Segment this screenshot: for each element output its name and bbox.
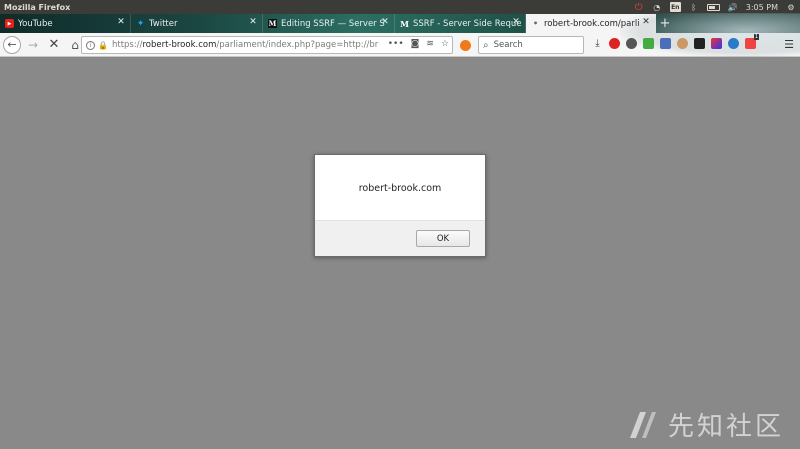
extension-badge-icon[interactable]: 1 bbox=[745, 34, 759, 49]
power-icon[interactable]: ⏻ bbox=[634, 2, 644, 13]
url-domain: robert-brook.com bbox=[142, 40, 217, 50]
clock[interactable]: 3:05 PM bbox=[746, 3, 778, 12]
ok-button[interactable]: OK bbox=[416, 230, 470, 247]
battery-icon[interactable] bbox=[706, 3, 720, 11]
extension-green-icon[interactable] bbox=[643, 38, 654, 49]
search-bar[interactable]: ⌕ bbox=[478, 36, 584, 54]
search-input[interactable] bbox=[493, 40, 574, 50]
extension-black-icon[interactable] bbox=[694, 38, 705, 49]
url-scheme: https:// bbox=[111, 40, 143, 50]
page-actions-icon[interactable]: ••• bbox=[388, 39, 404, 49]
lock-icon[interactable]: 🔒 bbox=[98, 41, 108, 50]
keyboard-layout-indicator[interactable]: En bbox=[669, 2, 681, 12]
tab-label: Twitter bbox=[149, 18, 178, 29]
medium-icon: M bbox=[400, 18, 409, 29]
ublock-icon[interactable] bbox=[609, 38, 620, 49]
forward-button[interactable]: → bbox=[24, 36, 42, 54]
extension-wand-icon[interactable] bbox=[711, 38, 722, 49]
dialog-message: robert-brook.com bbox=[358, 182, 442, 194]
reader-view-icon[interactable]: ≋ bbox=[426, 39, 434, 49]
watermark-text: 先知社区 bbox=[667, 412, 784, 442]
tab-label: YouTube bbox=[18, 18, 53, 29]
tab-strip: ▶ YouTube ✕ ✦ Twitter ✕ M Editing SSRF —… bbox=[0, 14, 800, 33]
extension-badge-count: 1 bbox=[753, 34, 759, 40]
url-actions: ••• ◙ ≋ ☆ bbox=[388, 39, 449, 49]
info-icon[interactable]: i bbox=[86, 40, 95, 50]
cookie-icon[interactable] bbox=[677, 38, 688, 49]
tab-label: robert-brook.com/parli bbox=[544, 18, 640, 29]
extensions-toolbar: ⤓ 1 bbox=[592, 34, 759, 49]
tab-label: Editing SSRF — Server S bbox=[281, 18, 385, 29]
os-top-panel: Mozilla Firefox ⏻ ◔ En ᛒ 🔊 3:05 PM ⚙ bbox=[0, 0, 800, 14]
window-title: Mozilla Firefox bbox=[4, 2, 71, 12]
twitter-icon: ✦ bbox=[136, 18, 145, 29]
tab-youtube[interactable]: ▶ YouTube ✕ bbox=[0, 14, 131, 33]
firefox-extension-icon[interactable] bbox=[460, 40, 471, 51]
url-path: /parliament/index.php?page=http://br bbox=[216, 40, 379, 50]
new-tab-button[interactable]: + bbox=[656, 14, 674, 33]
watermark-logo-icon bbox=[629, 411, 656, 438]
medium-icon: M bbox=[268, 19, 277, 28]
dialog-footer: OK bbox=[315, 220, 485, 256]
close-icon[interactable]: ✕ bbox=[248, 17, 258, 27]
pocket-icon[interactable]: ◙ bbox=[411, 39, 420, 49]
hamburger-menu-icon[interactable]: ☰ bbox=[784, 38, 794, 51]
page-icon: • bbox=[532, 19, 539, 28]
back-button[interactable]: ← bbox=[3, 35, 21, 54]
bluetooth-icon[interactable]: ᛒ bbox=[689, 2, 699, 12]
dialog-body: robert-brook.com bbox=[315, 155, 485, 221]
youtube-icon: ▶ bbox=[5, 19, 14, 28]
settings-gear-icon[interactable]: ⚙ bbox=[786, 2, 796, 12]
tab-ssrf-article[interactable]: M SSRF - Server Side Reque ✕ bbox=[395, 14, 526, 33]
volume-icon[interactable]: 🔊 bbox=[728, 2, 738, 12]
search-icon: ⌕ bbox=[483, 39, 489, 51]
extension-dark-icon[interactable] bbox=[626, 38, 637, 49]
navigation-toolbar: ← → ✕ ⌂ i 🔒 https://robert-brook.com/par… bbox=[0, 13, 800, 57]
download-icon[interactable]: ⤓ bbox=[592, 38, 603, 49]
wifi-icon[interactable]: ◔ bbox=[652, 2, 662, 12]
extension-globe-icon[interactable] bbox=[728, 38, 739, 49]
url-text[interactable]: https://robert-brook.com/parliament/inde… bbox=[112, 40, 394, 50]
tab-label: SSRF - Server Side Reque bbox=[413, 18, 522, 29]
stop-button[interactable]: ✕ bbox=[45, 36, 63, 54]
system-tray: ⏻ ◔ En ᛒ 🔊 3:05 PM ⚙ bbox=[634, 0, 796, 14]
tab-robert-brook[interactable]: • robert-brook.com/parli ✕ bbox=[526, 14, 656, 33]
close-icon[interactable]: ✕ bbox=[116, 17, 126, 27]
extension-blue-icon[interactable] bbox=[660, 38, 671, 49]
bookmark-star-icon[interactable]: ☆ bbox=[441, 39, 449, 49]
watermark: 先知社区 bbox=[626, 406, 784, 443]
tab-editing-ssrf[interactable]: M Editing SSRF — Server S ✕ bbox=[263, 14, 395, 33]
alert-dialog: robert-brook.com OK bbox=[314, 154, 486, 257]
url-bar[interactable]: i 🔒 https://robert-brook.com/parliament/… bbox=[81, 36, 453, 54]
tab-twitter[interactable]: ✦ Twitter ✕ bbox=[131, 14, 263, 33]
close-icon[interactable]: ✕ bbox=[380, 17, 390, 27]
close-icon[interactable]: ✕ bbox=[641, 17, 651, 27]
close-icon[interactable]: ✕ bbox=[511, 17, 521, 27]
